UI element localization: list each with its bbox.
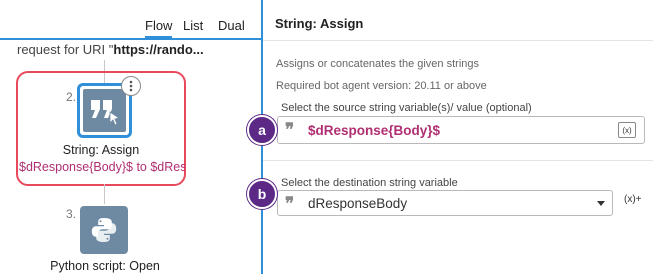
view-tabs: Flow List Dual <box>0 0 261 40</box>
divider <box>263 160 653 161</box>
more-options-button[interactable] <box>121 76 141 96</box>
string-type-icon: ❞ <box>285 194 295 214</box>
step-description: $dResponse{Body}$ to $dRes... <box>19 160 185 174</box>
tab-dual[interactable]: Dual <box>218 18 245 38</box>
step-number: 3. <box>66 207 77 221</box>
create-variable-button[interactable]: (x)+ <box>624 194 642 205</box>
request-uri: https://rando... <box>113 42 204 57</box>
flow-connector <box>104 184 105 204</box>
source-field-label: Select the source string variable(s)/ va… <box>281 102 532 114</box>
destination-variable-select[interactable]: ❞ dResponseBody <box>277 190 613 216</box>
divider <box>263 40 653 41</box>
callout-b: b <box>247 179 277 209</box>
source-value: $dResponse{Body}$ <box>308 123 441 138</box>
tab-flow[interactable]: Flow <box>145 18 173 38</box>
python-icon[interactable] <box>80 206 128 254</box>
kebab-menu-icon <box>129 80 133 92</box>
previous-step-description: request for URI "https://rando... <box>17 42 257 57</box>
insert-variable-button[interactable]: (x) <box>618 122 636 138</box>
destination-field-label: Select the destination string variable <box>281 177 458 189</box>
step-title: String: Assign <box>62 143 140 157</box>
properties-title: String: Assign <box>275 16 364 31</box>
source-string-input[interactable]: ❞ $dResponse{Body}$ (x) <box>277 116 645 144</box>
step-number: 2. <box>66 90 77 104</box>
step-title: Python script: Open <box>50 259 160 273</box>
chevron-down-icon[interactable] <box>597 201 605 206</box>
flow-panel: Flow List Dual request for URI "https://… <box>0 0 263 274</box>
version-note: Required bot agent version: 20.11 or abo… <box>276 80 487 92</box>
callout-a: a <box>247 115 277 145</box>
tab-list[interactable]: List <box>183 18 203 38</box>
destination-value: dResponseBody <box>308 196 408 211</box>
string-type-icon: ❞ <box>285 120 295 140</box>
quote-icon <box>83 89 126 132</box>
action-description: Assigns or concatenates the given string… <box>276 58 480 70</box>
request-prefix: request for URI " <box>17 42 114 57</box>
